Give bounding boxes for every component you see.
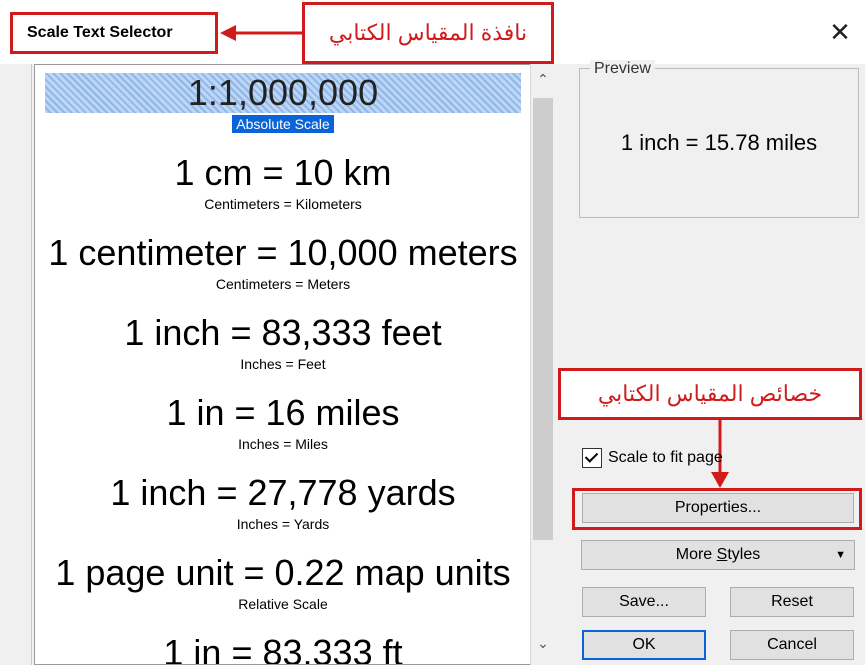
scale-list-item[interactable]: 1:1,000,000 Absolute Scale (35, 73, 531, 134)
save-button[interactable]: Save... (582, 587, 706, 617)
scale-text: 1 cm = 10 km (174, 152, 392, 193)
scale-description: Relative Scale (238, 596, 328, 612)
more-styles-accesskey: S (716, 546, 728, 563)
more-styles-button[interactable]: More Styles ▼ (581, 540, 855, 570)
scale-list-item[interactable]: 1 inch = 27,778 yards Inches = Yards (35, 473, 531, 534)
preview-text: 1 inch = 15.78 miles (620, 130, 818, 155)
more-styles-prefix: More (675, 546, 717, 563)
scale-list-item[interactable]: 1 centimeter = 10,000 meters Centimeters … (35, 233, 531, 294)
scale-list-item[interactable]: 1 in = 16 miles Inches = Miles (35, 393, 531, 454)
scale-description: Inches = Miles (238, 436, 328, 452)
scale-text: 1 centimeter = 10,000 meters (48, 232, 518, 273)
down-arrow-icon: ⌄ (537, 636, 549, 652)
scale-description: Inches = Feet (240, 356, 326, 372)
scale-to-fit-option[interactable]: Scale to fit page (582, 448, 723, 468)
scale-text: 1 in = 83,333 ft (163, 632, 403, 665)
left-strip (0, 64, 32, 665)
dropdown-caret-icon: ▼ (835, 549, 846, 561)
scroll-down-button[interactable]: ⌄ (530, 636, 556, 656)
scale-text: 1 inch = 27,778 yards (110, 472, 456, 513)
scale-list-item[interactable]: 1 in = 83,333 ft (35, 633, 531, 665)
scale-list-item[interactable]: 1 inch = 83,333 feet Inches = Feet (35, 313, 531, 374)
scale-to-fit-label: Scale to fit page (608, 449, 723, 466)
title-annotation: نافذة المقياس الكتابي (302, 2, 554, 64)
scale-description: Centimeters = Kilometers (204, 196, 362, 212)
reset-button[interactable]: Reset (730, 587, 854, 617)
scale-text: 1 in = 16 miles (166, 392, 400, 433)
close-icon: ✕ (829, 18, 851, 48)
scale-list-item[interactable]: 1 page unit = 0.22 map units Relative Sca… (35, 553, 531, 614)
scale-description: Inches = Yards (236, 516, 330, 532)
scale-to-fit-checkbox[interactable] (582, 448, 602, 468)
properties-annotation: خصائص المقياس الكتابي (558, 368, 862, 420)
close-button[interactable]: ✕ (823, 16, 857, 50)
scale-description: Absolute Scale (232, 115, 334, 133)
scale-list-item[interactable]: 1 cm = 10 km Centimeters = Kilometers (35, 153, 531, 214)
up-arrow-icon: ⌃ (537, 72, 549, 88)
ok-button[interactable]: OK (582, 630, 706, 660)
more-styles-suffix: tyles (727, 546, 761, 563)
scroll-up-button[interactable]: ⌃ (530, 72, 556, 92)
scale-text-list[interactable]: 1:1,000,000 Absolute Scale 1 cm = 10 km Cen… (34, 64, 556, 665)
scale-text: 1:1,000,000 (45, 73, 521, 113)
scrollbar-thumb[interactable] (533, 98, 553, 540)
preview-label: Preview (590, 60, 655, 78)
properties-button[interactable]: Properties... (582, 493, 854, 523)
cancel-button[interactable]: Cancel (730, 630, 854, 660)
scale-text: 1 page unit = 0.22 map units (55, 552, 511, 593)
window-title: Scale Text Selector (10, 12, 218, 54)
scale-text: 1 inch = 83,333 feet (124, 312, 442, 353)
scale-description: Centimeters = Meters (215, 276, 351, 292)
